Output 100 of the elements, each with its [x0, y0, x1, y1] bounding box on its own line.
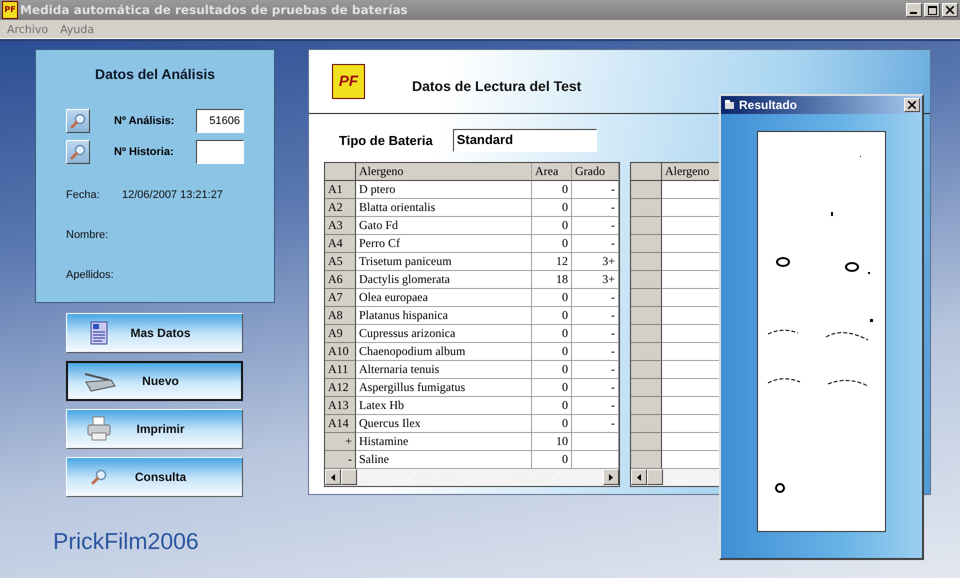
scroll-right-button[interactable] [603, 469, 619, 485]
brand-name: PrickFilm2006 [53, 528, 200, 555]
table-cell [662, 235, 720, 253]
table-cell: 0 [532, 235, 572, 253]
table-cell [662, 307, 720, 325]
row-header: A1 [325, 181, 356, 199]
table-cell: 0 [532, 289, 572, 307]
action-button[interactable]: Nuevo [66, 361, 243, 401]
table-cell: Gato Fd [356, 217, 532, 235]
table-cell: - [572, 397, 619, 415]
table-cell: Latex Hb [356, 397, 532, 415]
info-label: Fecha: [66, 189, 101, 203]
panel-title: Datos de Lectura del Test [412, 78, 582, 94]
table-cell: - [572, 289, 619, 307]
table-cell: - [572, 307, 619, 325]
table-cell: - [572, 235, 619, 253]
field-label: Nº Historia: [114, 146, 175, 158]
scroll-thumb[interactable] [647, 469, 663, 485]
table-cell [662, 271, 720, 289]
table-cell: 0 [532, 181, 572, 199]
row-header: - [325, 451, 356, 469]
table-cell [662, 451, 720, 469]
table-cell [662, 379, 720, 397]
table-cell: Saline [356, 451, 532, 469]
table-cell [662, 289, 720, 307]
table-cell: 3+ [572, 253, 619, 271]
action-button[interactable]: Mas Datos [66, 313, 243, 353]
scroll-thumb[interactable] [341, 469, 357, 485]
table-cell: Blatta orientalis [356, 199, 532, 217]
search-icon [70, 113, 86, 129]
maximize-icon [928, 6, 936, 14]
table-cell [662, 199, 720, 217]
maximize-button[interactable] [924, 3, 940, 17]
row-header: A3 [325, 217, 356, 235]
table-cell: Perro Cf [356, 235, 532, 253]
table-cell: Cupressus arizonica [356, 325, 532, 343]
table-cell [662, 343, 720, 361]
scroll-left-button[interactable] [325, 469, 341, 485]
info-label: Apellidos: [66, 269, 115, 283]
table-cell [662, 433, 720, 451]
table-cell: 18 [532, 271, 572, 289]
table-cell: Dactylis glomerata [356, 271, 532, 289]
row-header: A4 [325, 235, 356, 253]
row-header: A8 [325, 307, 356, 325]
table-cell: - [572, 343, 619, 361]
table-cell: 0 [532, 217, 572, 235]
scroll-left-button[interactable] [631, 469, 647, 485]
search-icon [70, 144, 86, 160]
table-cell: 0 [532, 397, 572, 415]
row-header: A12 [325, 379, 356, 397]
table-cell: 0 [532, 415, 572, 433]
window-icon [725, 100, 735, 110]
table-cell: 0 [532, 451, 572, 469]
action-button[interactable]: Consulta [66, 457, 243, 497]
search-icon [91, 469, 107, 485]
window-title: Medida automática de resultados de pruebas de baterías [20, 3, 409, 17]
table-cell: - [572, 379, 619, 397]
minimize-button[interactable] [906, 3, 922, 17]
column-header: Grado [572, 163, 619, 181]
panel-title: Datos del Análisis [94, 66, 216, 82]
row-header: A7 [325, 289, 356, 307]
horizontal-scrollbar[interactable] [325, 469, 619, 486]
table-cell: Histamine [356, 433, 532, 451]
window-title: Resultado [739, 98, 798, 112]
right-arrow-icon [609, 474, 613, 480]
table-cell: 10 [532, 433, 572, 451]
input-field[interactable]: 51606 [196, 109, 244, 133]
table-cell: Trisetum paniceum [356, 253, 532, 271]
table-cell: Chaenopodium album [356, 343, 532, 361]
table-cell: - [572, 325, 619, 343]
table-cell [662, 415, 720, 433]
input-field[interactable] [196, 140, 244, 164]
row-header: A6 [325, 271, 356, 289]
table-cell: D ptero [356, 181, 532, 199]
row-header: A11 [325, 361, 356, 379]
table-cell: 3+ [572, 271, 619, 289]
close-button[interactable] [904, 98, 920, 112]
battery-type-field[interactable]: Standard [452, 129, 597, 152]
field-label: Tipo de Bateria [339, 133, 433, 148]
search-button[interactable] [66, 140, 90, 164]
horizontal-scrollbar[interactable] [631, 469, 720, 486]
column-header: Area [532, 163, 572, 181]
table-cell [662, 181, 720, 199]
action-button[interactable]: Imprimir [66, 409, 243, 449]
table-cell: 0 [532, 325, 572, 343]
table-cell [662, 217, 720, 235]
table-cell: Quercus Ilex [356, 415, 532, 433]
table-cell: - [572, 361, 619, 379]
table-cell: - [572, 415, 619, 433]
table-cell: 0 [532, 343, 572, 361]
info-label: Nombre: [66, 229, 110, 243]
table-cell: 0 [532, 379, 572, 397]
table-cell: 0 [532, 361, 572, 379]
search-button[interactable] [66, 109, 90, 133]
info-value: 12/06/2007 13:21:27 [122, 189, 223, 203]
table-cell: - [572, 217, 619, 235]
row-header: A14 [325, 415, 356, 433]
table-cell: 12 [532, 253, 572, 271]
table-cell: Aspergillus fumigatus [356, 379, 532, 397]
close-button[interactable] [942, 3, 958, 17]
